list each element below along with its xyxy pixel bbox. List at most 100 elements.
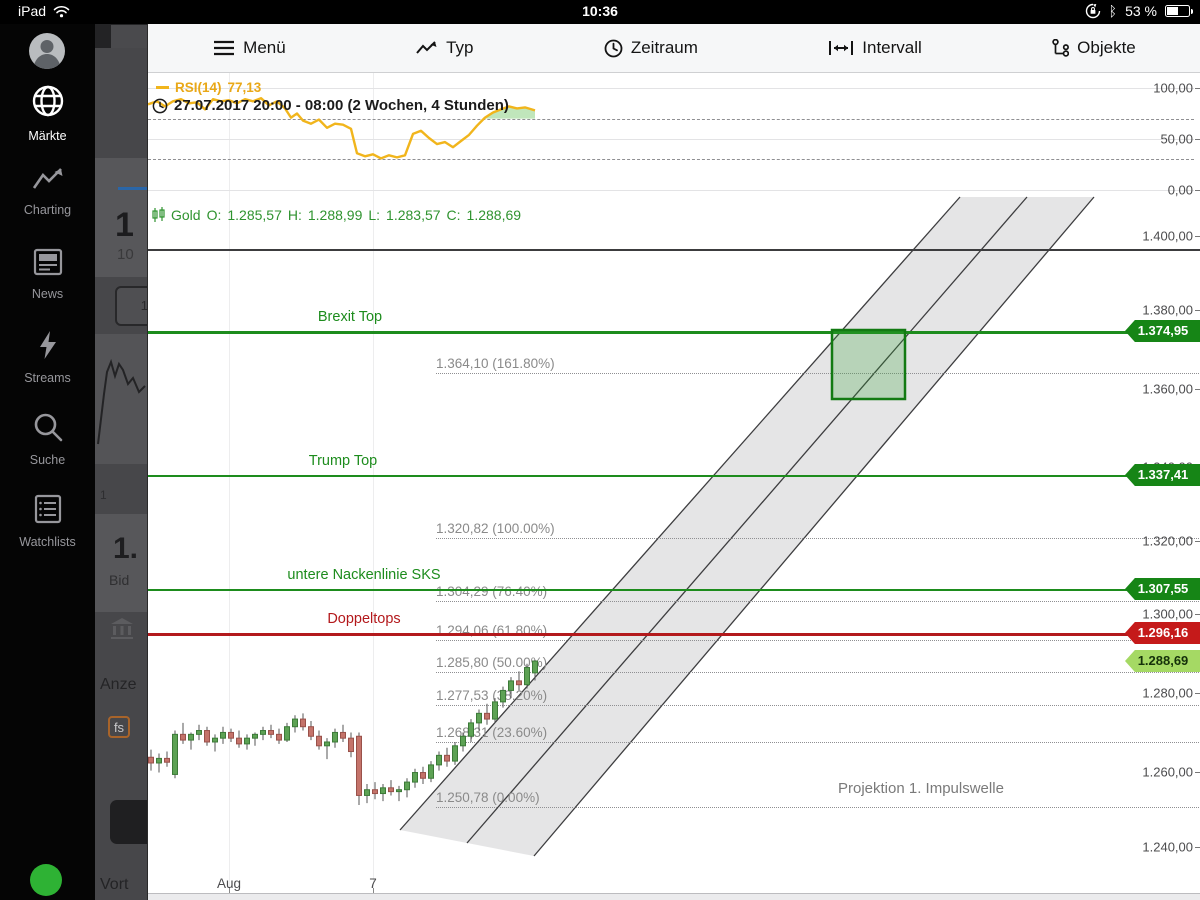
fs-badge: fs	[108, 716, 130, 738]
candle-body	[269, 731, 274, 735]
candle-body	[293, 719, 298, 727]
rsi-axis-label: 100,00	[1153, 81, 1193, 96]
annotation-line[interactable]	[148, 475, 1200, 477]
rsi-axis-label: 0,00	[1168, 183, 1193, 198]
avatar[interactable]	[29, 33, 65, 69]
rsi-oversold-line	[148, 159, 1194, 160]
candle-body	[453, 746, 458, 761]
price-axis-tick	[1195, 614, 1200, 615]
sidebar-item-streams[interactable]: Streams	[0, 330, 95, 385]
rotation-lock-icon	[1085, 3, 1101, 19]
price-axis-label: 1.240,00	[1142, 840, 1193, 855]
sidebar-nav: Märkte Charting News Streams Suche Watchlists	[0, 24, 95, 900]
sidebar-item-news[interactable]: News	[0, 248, 95, 301]
sidebar-item-watchlists[interactable]: Watchlists	[0, 494, 95, 549]
clock-time: 10:36	[0, 3, 1200, 19]
projection-annotation-label[interactable]: Projektion 1. Impulswelle	[838, 780, 1004, 797]
price-axis-label: 1.360,00	[1142, 382, 1193, 397]
sidebar-item-maerkte[interactable]: Märkte	[0, 84, 95, 143]
price-tag: 1.307,55	[1125, 578, 1200, 600]
candle-body	[197, 731, 202, 735]
candle-body	[397, 790, 402, 792]
candle-body	[517, 681, 522, 685]
fibonacci-level-line	[436, 538, 1200, 539]
candle-body	[325, 742, 330, 746]
fibonacci-level-line	[436, 640, 1200, 641]
trend-channel-line	[467, 197, 1027, 843]
candle-body	[389, 788, 394, 792]
chart-plot-area[interactable]: RSI(14) 77,13 27.07.2017 20:00 - 08:00 (…	[148, 73, 1200, 900]
low-value: 1.283,57	[386, 207, 441, 223]
rsi-legend-value: 77,13	[228, 80, 262, 95]
fibonacci-level-line	[436, 705, 1200, 706]
sidebar-item-label: Märkte	[0, 129, 95, 143]
candle-body	[165, 758, 170, 762]
news-icon	[33, 263, 63, 280]
list-icon	[34, 511, 62, 528]
candle-body	[157, 758, 162, 763]
symbol-legend: Gold O:1.285,57 H:1.288,99 L:1.283,57 C:…	[152, 207, 521, 223]
candle-body	[445, 755, 450, 761]
fibonacci-level-label: 1.277,53 (38.20%)	[436, 688, 547, 703]
price-tag: 1.288,69	[1125, 650, 1200, 672]
toolbar-button-menu[interactable]: Menü	[213, 38, 286, 58]
search-icon	[33, 429, 63, 446]
candle-body	[349, 738, 354, 751]
annotation-line[interactable]	[148, 633, 1200, 636]
candle-body	[213, 738, 218, 742]
annotation-label[interactable]: Brexit Top	[318, 309, 382, 325]
annotation-label[interactable]: Trump Top	[309, 453, 378, 469]
annotation-line[interactable]	[148, 589, 1200, 591]
person-icon	[29, 33, 65, 69]
annotation-label[interactable]: Doppeltops	[327, 611, 400, 627]
bluetooth-icon: ᛒ	[1109, 3, 1117, 19]
candle-body	[485, 713, 490, 719]
price-axis-label: 1.260,00	[1142, 765, 1193, 780]
candle-body	[261, 731, 266, 735]
candle-body	[253, 734, 258, 738]
candle-body	[317, 736, 322, 746]
background-panel[interactable]: 1 10 1 1 1. Bid Anze fs Vort	[95, 24, 147, 900]
panel-box: 1	[115, 286, 147, 326]
panel-price2-fragment: 1.	[113, 532, 138, 566]
annotation-line[interactable]	[148, 331, 1200, 334]
toolbar-button-intervall[interactable]: Intervall	[828, 38, 922, 58]
toolbar-button-label: Zeitraum	[631, 38, 698, 58]
panel-dark-button	[110, 800, 147, 844]
fibonacci-level-line	[436, 373, 1200, 374]
menu-icon	[213, 40, 235, 56]
x-axis-strip	[148, 893, 1200, 900]
fibonacci-level-label: 1.320,82 (100.00%)	[436, 521, 555, 536]
candle-body	[277, 734, 282, 740]
price-tag: 1.296,16	[1125, 622, 1200, 644]
candle-body	[477, 713, 482, 723]
open-label: O:	[207, 207, 222, 223]
rsi-axis-tick	[1195, 190, 1200, 191]
price-axis-tick	[1195, 236, 1200, 237]
candle-body	[221, 732, 226, 738]
rsi-gridline	[148, 190, 1194, 191]
sidebar-item-label: Streams	[0, 371, 95, 385]
candle-body	[301, 719, 306, 727]
toolbar-button-label: Typ	[446, 38, 473, 58]
clock-icon	[152, 98, 168, 114]
projection-target-box[interactable]	[832, 330, 905, 399]
rsi-overbought-line	[148, 119, 1194, 120]
panel-bid-label: Bid	[109, 572, 129, 588]
price-axis-tick	[1195, 310, 1200, 311]
toolbar-button-label: Intervall	[862, 38, 922, 58]
period-text: 27.07.2017 20:00 - 08:00 (2 Wochen, 4 St…	[174, 97, 509, 114]
candle-body	[285, 727, 290, 740]
rsi-gridline	[148, 88, 1194, 89]
price-axis-label: 1.400,00	[1142, 229, 1193, 244]
toolbar-button-zeitraum[interactable]: Zeitraum	[604, 38, 698, 58]
toolbar-button-objekte[interactable]: Objekte	[1052, 38, 1136, 58]
toolbar-button-typ[interactable]: Typ	[416, 38, 473, 58]
sidebar-item-charting[interactable]: Charting	[0, 166, 95, 217]
globe-icon	[31, 105, 65, 122]
bolt-icon	[37, 347, 59, 364]
price-axis-label: 1.280,00	[1142, 686, 1193, 701]
sidebar-item-suche[interactable]: Suche	[0, 412, 95, 467]
annotation-label[interactable]: untere Nackenlinie SKS	[287, 567, 440, 583]
rsi-axis-tick	[1195, 88, 1200, 89]
